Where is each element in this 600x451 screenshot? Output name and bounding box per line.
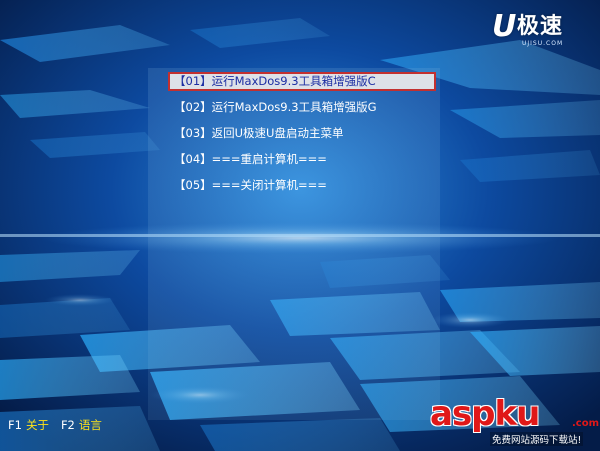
- watermark-text: aspku: [430, 394, 540, 434]
- logo-letter: U: [492, 9, 517, 44]
- menu-item-return-main[interactable]: 【03】返回U极速U盘启动主菜单: [168, 124, 436, 143]
- menu-item-shutdown[interactable]: 【05】===关闭计算机===: [168, 176, 436, 195]
- f2-label-language[interactable]: 语言: [79, 418, 102, 432]
- aspku-watermark: aspku .com 免费网站源码下载站!: [430, 394, 600, 451]
- menu-item-maxdos-g[interactable]: 【02】运行MaxDos9.3工具箱增强版G: [168, 98, 436, 117]
- boot-menu: 【01】运行MaxDos9.3工具箱增强版C 【02】运行MaxDos9.3工具…: [168, 72, 436, 202]
- f1-key[interactable]: F1: [8, 418, 22, 432]
- ujisu-logo: U 极速 UJISU.COM: [492, 10, 592, 50]
- footer-hotkeys: F1 关于 F2 语言: [8, 418, 102, 432]
- f1-label-about[interactable]: 关于: [26, 418, 49, 432]
- menu-item-reboot[interactable]: 【04】===重启计算机===: [168, 150, 436, 169]
- logo-url: UJISU.COM: [522, 40, 564, 47]
- watermark-com: .com: [572, 418, 600, 429]
- watermark-subtitle: 免费网站源码下载站!: [490, 432, 584, 446]
- f2-key[interactable]: F2: [61, 418, 75, 432]
- menu-item-maxdos-c[interactable]: 【01】运行MaxDos9.3工具箱增强版C: [168, 72, 436, 91]
- logo-name: 极速: [517, 14, 564, 39]
